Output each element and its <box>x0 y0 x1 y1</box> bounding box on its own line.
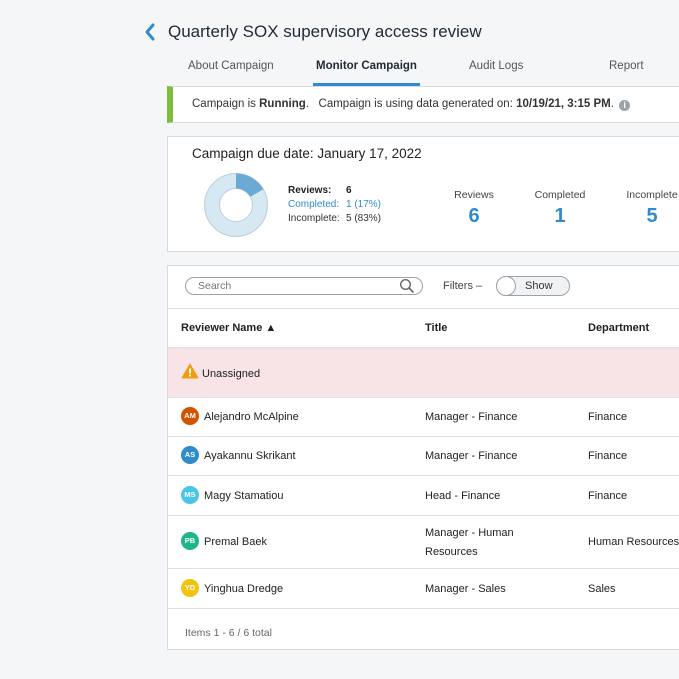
row-divider <box>168 515 679 516</box>
legend-incomplete-label: Incomplete: <box>288 213 340 224</box>
reviewer-title: Head - Finance <box>425 490 501 502</box>
tab-monitor-campaign[interactable]: Monitor Campaign <box>316 60 417 72</box>
toggle-knob <box>496 276 516 296</box>
legend-reviews-value: 6 <box>346 185 352 196</box>
legend-reviews-label: Reviews: <box>288 185 332 196</box>
reviewer-title: Manager - Finance <box>425 411 518 423</box>
avatar: AS <box>181 446 199 464</box>
campaign-status: Running <box>259 98 306 110</box>
reviewer-department: Finance <box>588 411 628 423</box>
stat-reviews-label: Reviews <box>454 189 494 201</box>
row-divider <box>168 475 679 476</box>
column-header-department[interactable]: Department <box>588 322 649 334</box>
stat-completed-value: 1 <box>554 205 566 227</box>
banner-suffix: . <box>610 98 614 110</box>
reviewer-name[interactable]: Magy Stamatiou <box>204 490 283 502</box>
reviewer-department: Finance <box>588 450 628 462</box>
reviewer-name[interactable]: Ayakannu Skrikant <box>204 450 296 462</box>
reviewer-title: Manager - Sales <box>425 583 506 595</box>
stat-completed-label: Completed <box>534 189 586 201</box>
tab-about-campaign[interactable]: About Campaign <box>188 60 274 72</box>
reviewer-title: Manager - Human <box>425 527 514 539</box>
donut-inner-border <box>219 188 253 222</box>
avatar: YD <box>181 579 199 597</box>
reviewer-department: Finance <box>588 490 628 502</box>
row-divider <box>168 568 679 569</box>
back-chevron-icon[interactable] <box>143 22 157 42</box>
page-title: Quarterly SOX supervisory access review <box>168 22 482 41</box>
reviewer-title-line2: Resources <box>425 546 478 558</box>
pagination-summary: Items 1 - 6 / 6 total <box>185 627 272 639</box>
reviewer-name[interactable]: Alejandro McAlpine <box>204 411 299 423</box>
avatar: MS <box>181 486 199 504</box>
reviewer-title: Manager - Finance <box>425 450 518 462</box>
avatar: PB <box>181 532 199 550</box>
warning-icon <box>181 363 199 379</box>
progress-donut-chart <box>204 173 268 237</box>
tab-audit-logs[interactable]: Audit Logs <box>469 60 523 72</box>
legend-completed-value: 1 (17%) <box>346 199 382 210</box>
search-input[interactable] <box>185 277 423 295</box>
campaign-summary-card: Campaign due date: January 17, 2022 Revi… <box>167 136 679 252</box>
search-icon[interactable] <box>399 278 415 294</box>
tab-bar: About Campaign Monitor Campaign Audit Lo… <box>168 54 679 86</box>
reviewer-department: Sales <box>588 583 616 595</box>
stat-reviews: Reviews 6 <box>429 189 519 228</box>
campaign-due-date: Campaign due date: January 17, 2022 <box>192 146 422 161</box>
stat-completed: Completed 1 <box>515 189 605 228</box>
data-generated-date: 10/19/21, 3:15 PM <box>516 98 611 110</box>
row-divider <box>168 608 679 609</box>
column-header-reviewer-name[interactable]: Reviewer Name ▲ <box>181 322 276 334</box>
reviewer-name[interactable]: Yinghua Dredge <box>204 583 283 595</box>
stat-incomplete: Incomplete 5 <box>607 189 679 228</box>
unassigned-label: Unassigned <box>202 368 261 380</box>
reviewer-department: Human Resources <box>588 536 679 548</box>
column-header-title[interactable]: Title <box>425 322 447 334</box>
banner-text: Campaign is Running. Campaign is using d… <box>192 98 631 111</box>
toggle-label: Show <box>525 280 553 292</box>
info-icon[interactable]: i <box>619 100 631 111</box>
campaign-status-banner: Campaign is Running. Campaign is using d… <box>167 86 679 123</box>
filters-show-toggle[interactable]: Show <box>496 276 570 296</box>
row-divider <box>168 436 679 437</box>
avatar: AM <box>181 407 199 425</box>
stat-incomplete-label: Incomplete <box>626 189 678 201</box>
stat-reviews-value: 6 <box>468 205 480 227</box>
legend-incomplete-value: 5 (83%) <box>346 213 382 224</box>
filters-label: Filters – <box>443 280 483 292</box>
reviewer-grid: Filters – Show Reviewer Name ▲ Title Dep… <box>167 265 679 650</box>
row-divider <box>168 397 679 398</box>
legend-completed-label: Completed: <box>288 199 340 210</box>
reviewer-name[interactable]: Premal Baek <box>204 536 267 548</box>
stat-incomplete-value: 5 <box>646 205 658 227</box>
banner-middle: . Campaign is using data generated on: <box>305 98 517 110</box>
tab-report[interactable]: Report <box>609 60 644 72</box>
banner-prefix: Campaign is <box>192 98 260 110</box>
toolbar-divider <box>168 308 679 309</box>
